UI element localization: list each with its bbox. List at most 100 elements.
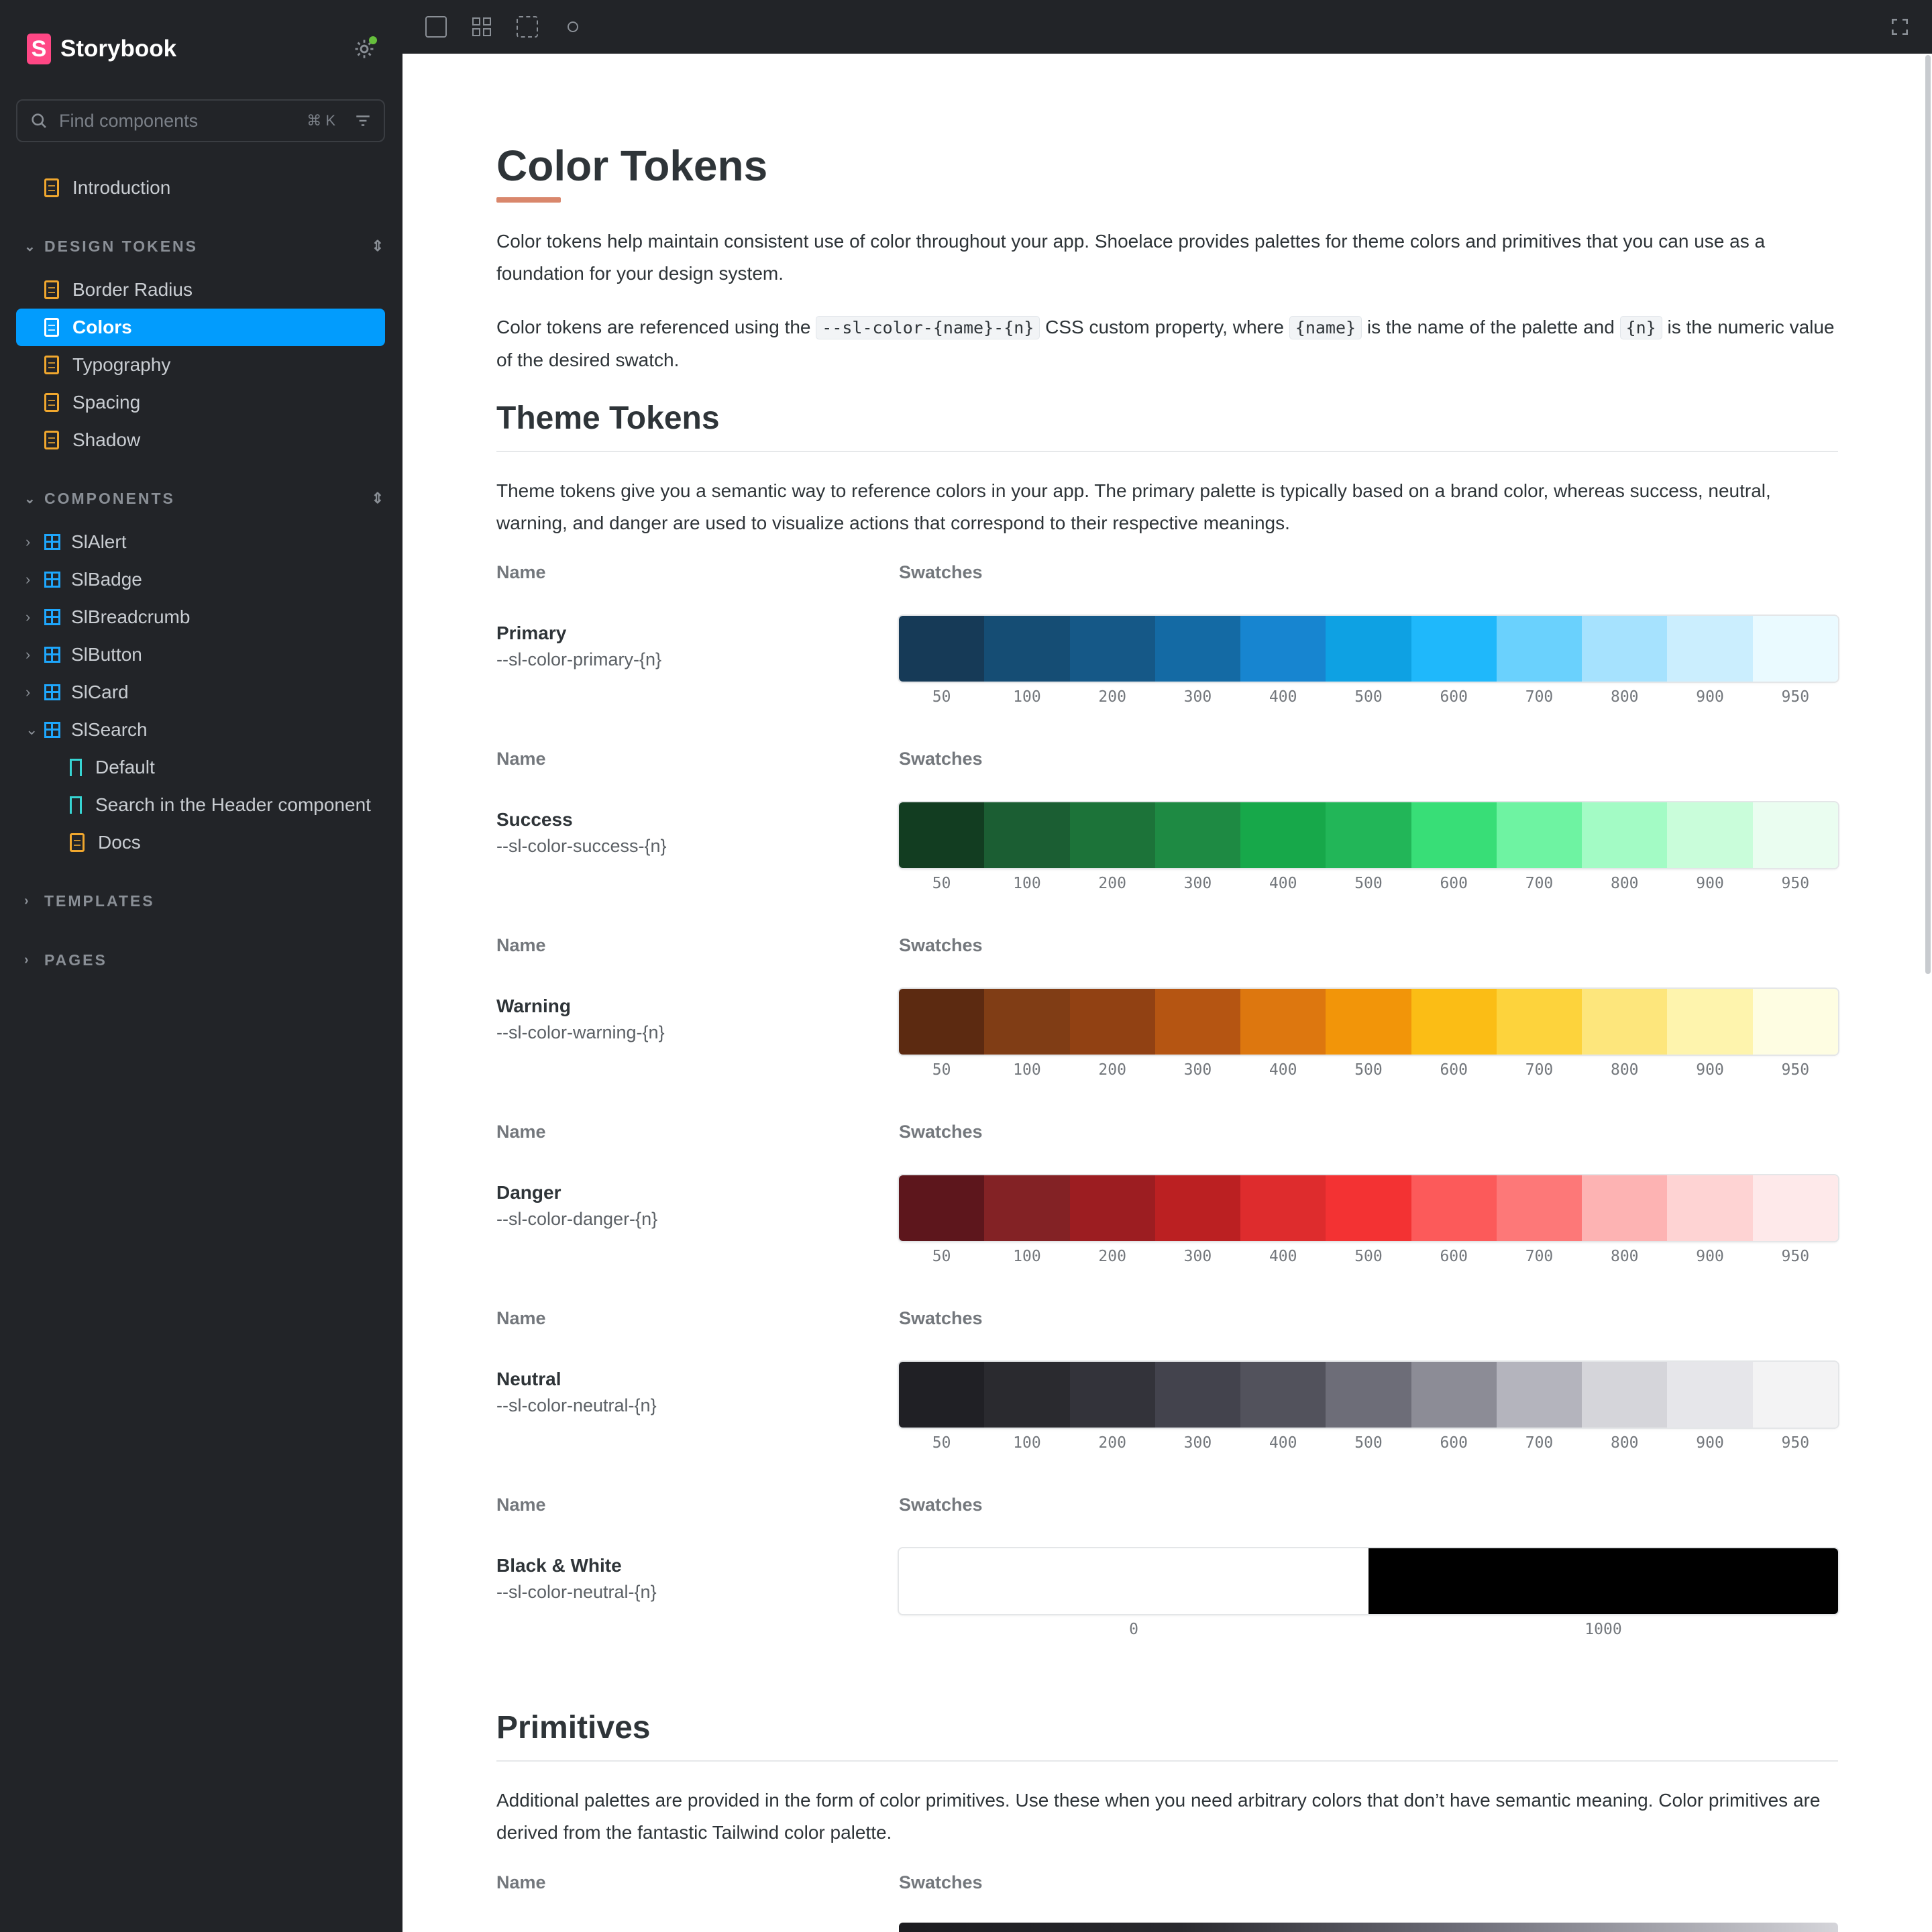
color-swatch[interactable] xyxy=(1496,616,1582,682)
color-swatch[interactable] xyxy=(1155,1362,1241,1428)
sidebar-item-header-story[interactable]: Search in the Header component xyxy=(16,786,385,824)
expand-collapse-icon[interactable]: ⇕ xyxy=(372,237,384,255)
filter-icon[interactable] xyxy=(354,112,372,129)
color-swatch[interactable] xyxy=(1155,989,1241,1055)
color-swatch[interactable] xyxy=(1240,989,1326,1055)
color-swatch[interactable] xyxy=(984,802,1070,868)
color-swatch[interactable] xyxy=(1582,802,1668,868)
sidebar-item-label: SlBadge xyxy=(71,569,142,590)
color-swatch[interactable] xyxy=(1326,1362,1411,1428)
color-swatch[interactable] xyxy=(1752,989,1838,1055)
fullscreen-icon[interactable] xyxy=(1889,16,1911,38)
color-swatch[interactable] xyxy=(984,616,1070,682)
color-swatch[interactable] xyxy=(1752,1175,1838,1241)
color-swatch[interactable] xyxy=(1155,802,1241,868)
color-swatch[interactable] xyxy=(1326,1175,1411,1241)
swatch-label: 100 xyxy=(1013,1248,1041,1265)
section-pages[interactable]: › PAGES xyxy=(24,947,384,973)
color-swatch[interactable] xyxy=(1326,802,1411,868)
color-swatch[interactable] xyxy=(1752,616,1838,682)
color-swatch[interactable] xyxy=(1582,616,1668,682)
color-swatch[interactable] xyxy=(984,1362,1070,1428)
color-swatch[interactable] xyxy=(899,802,985,868)
color-swatch[interactable] xyxy=(1069,1175,1155,1241)
color-swatch[interactable] xyxy=(899,1175,985,1241)
primitive-swatch-row-partial xyxy=(899,1923,1838,1932)
color-swatch[interactable] xyxy=(1069,616,1155,682)
color-swatch[interactable] xyxy=(1582,989,1668,1055)
search-input[interactable]: Find components ⌘ K xyxy=(16,99,385,142)
color-swatch[interactable] xyxy=(1667,1362,1753,1428)
swatch-label: 50 xyxy=(932,1061,951,1079)
color-swatch[interactable] xyxy=(1667,1175,1753,1241)
color-swatch[interactable] xyxy=(1240,802,1326,868)
color-swatch[interactable] xyxy=(1752,802,1838,868)
color-swatch[interactable] xyxy=(1752,1362,1838,1428)
grid-icon[interactable] xyxy=(471,16,492,38)
color-swatch[interactable] xyxy=(1411,616,1497,682)
sidebar-item-colors[interactable]: Colors xyxy=(16,309,385,346)
color-swatch[interactable] xyxy=(1582,1362,1668,1428)
sidebar-item-slalert[interactable]: › SlAlert xyxy=(16,523,385,561)
color-swatch[interactable] xyxy=(899,616,985,682)
swatch-label: 700 xyxy=(1525,875,1554,892)
reference-text: is the name of the palette and xyxy=(1366,317,1615,337)
sidebar-item-spacing[interactable]: Spacing xyxy=(16,384,385,421)
color-swatch[interactable] xyxy=(1155,616,1241,682)
color-swatch[interactable] xyxy=(1411,1362,1497,1428)
sidebar-item-slbutton[interactable]: › SlButton xyxy=(16,636,385,674)
image-icon[interactable] xyxy=(425,16,447,38)
color-swatch[interactable] xyxy=(1240,1362,1326,1428)
color-swatch[interactable] xyxy=(1326,616,1411,682)
color-swatch[interactable] xyxy=(1411,802,1497,868)
sidebar-item-slsearch[interactable]: ⌄ SlSearch xyxy=(16,711,385,749)
sidebar-item-slbreadcrumb[interactable]: › SlBreadcrumb xyxy=(16,598,385,636)
color-swatch[interactable] xyxy=(1667,616,1753,682)
sidebar-item-slcard[interactable]: › SlCard xyxy=(16,674,385,711)
color-swatch[interactable] xyxy=(1582,1175,1668,1241)
swatch-row xyxy=(899,616,1838,682)
storybook-brand[interactable]: S Storybook xyxy=(27,34,176,64)
color-swatch[interactable] xyxy=(1069,1362,1155,1428)
section-components[interactable]: ⌄ COMPONENTS ⇕ xyxy=(24,485,384,512)
color-swatch[interactable] xyxy=(1069,989,1155,1055)
color-swatch[interactable] xyxy=(1155,1175,1241,1241)
palette-name: Neutral xyxy=(496,1368,561,1389)
color-swatch[interactable] xyxy=(1411,1175,1497,1241)
color-swatch[interactable] xyxy=(899,1362,985,1428)
color-swatch[interactable] xyxy=(1496,989,1582,1055)
color-swatch[interactable] xyxy=(1069,802,1155,868)
expand-collapse-icon[interactable]: ⇕ xyxy=(372,490,384,507)
settings-button[interactable] xyxy=(353,36,377,60)
color-swatch[interactable] xyxy=(1240,1175,1326,1241)
color-swatch[interactable] xyxy=(1496,1362,1582,1428)
color-swatch[interactable] xyxy=(1411,989,1497,1055)
section-templates[interactable]: › TEMPLATES xyxy=(24,888,384,914)
swatch-label: 200 xyxy=(1098,1061,1126,1079)
scrollbar[interactable] xyxy=(1925,55,1931,974)
section-design-tokens[interactable]: ⌄ DESIGN TOKENS ⇕ xyxy=(24,233,384,260)
sidebar-item-docs[interactable]: Docs xyxy=(16,824,385,861)
color-swatch[interactable] xyxy=(1496,802,1582,868)
color-swatch[interactable] xyxy=(899,989,985,1055)
color-swatch[interactable] xyxy=(1667,989,1753,1055)
sidebar-item-shadow[interactable]: Shadow xyxy=(16,421,385,459)
sidebar-item-border-radius[interactable]: Border Radius xyxy=(16,271,385,309)
sidebar-item-introduction[interactable]: Introduction xyxy=(16,169,385,207)
color-swatch[interactable] xyxy=(984,989,1070,1055)
sidebar-item-slbadge[interactable]: › SlBadge xyxy=(16,561,385,598)
color-swatch[interactable] xyxy=(1368,1548,1838,1614)
outline-icon[interactable] xyxy=(517,16,538,38)
color-swatch[interactable] xyxy=(1326,989,1411,1055)
sidebar-item-typography[interactable]: Typography xyxy=(16,346,385,384)
swatch-label: 400 xyxy=(1269,875,1297,892)
swatch-label: 400 xyxy=(1269,1061,1297,1079)
color-swatch[interactable] xyxy=(1667,802,1753,868)
sun-icon[interactable] xyxy=(562,16,584,38)
swatch-label: 200 xyxy=(1098,1248,1126,1265)
sidebar-item-default-story[interactable]: Default xyxy=(16,749,385,786)
color-swatch[interactable] xyxy=(984,1175,1070,1241)
color-swatch[interactable] xyxy=(899,1548,1368,1614)
color-swatch[interactable] xyxy=(1240,616,1326,682)
color-swatch[interactable] xyxy=(1496,1175,1582,1241)
